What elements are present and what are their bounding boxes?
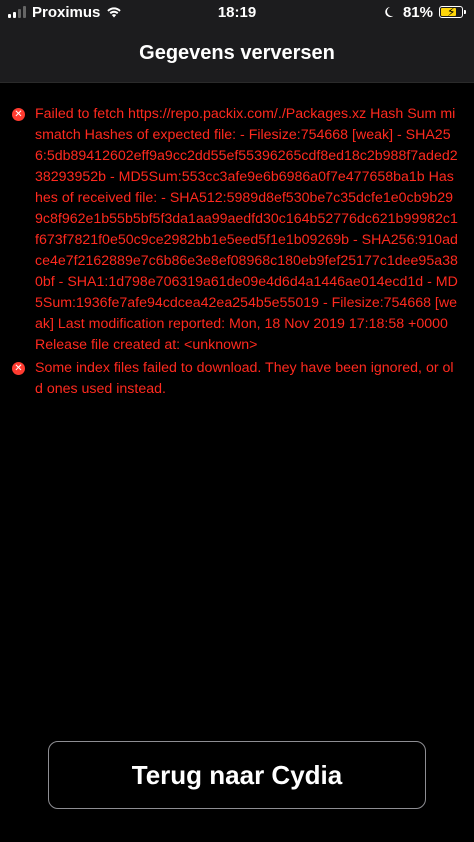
error-message: ✕ Failed to fetch https://repo.packix.co… — [12, 104, 458, 356]
moon-icon — [385, 7, 394, 17]
error-text: Some index files failed to download. The… — [35, 360, 454, 397]
status-left: Proximus — [8, 4, 178, 21]
back-button-label: Terug naar Cydia — [131, 759, 343, 790]
signal-icon — [8, 6, 26, 18]
battery-percent: 81% — [402, 3, 433, 21]
navigation-bar: Gegevens verversen — [0, 24, 474, 83]
charging-bolt-icon: ⚡ — [447, 5, 456, 19]
error-text: Failed to fetch https://repo.packix.com/… — [35, 106, 458, 353]
error-x-icon: ✕ — [12, 362, 25, 375]
status-bar: Proximus 18:19 81% ⚡ — [0, 0, 474, 24]
error-message: ✕ Some index files failed to download. T… — [12, 358, 458, 400]
back-to-cydia-button[interactable]: Terug naar Cydia — [48, 741, 426, 809]
error-log: ✕ Failed to fetch https://repo.packix.co… — [0, 104, 474, 402]
page-title: Gegevens verversen — [139, 41, 335, 64]
error-x-icon: ✕ — [12, 108, 25, 121]
wifi-icon — [107, 7, 122, 18]
status-time: 18:19 — [217, 3, 257, 21]
status-right: 81% ⚡ — [296, 4, 466, 21]
battery-icon: ⚡ — [439, 5, 466, 19]
carrier-name: Proximus — [32, 3, 101, 21]
